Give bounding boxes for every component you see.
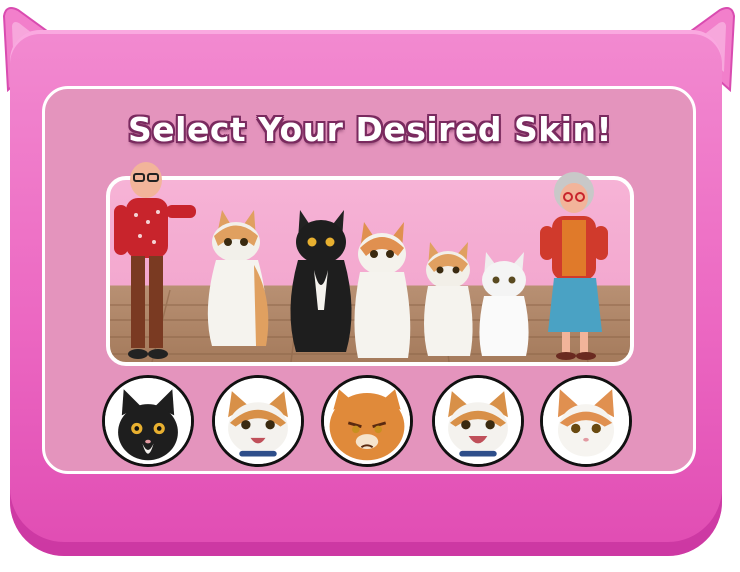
orange-white-kitten [424, 242, 473, 356]
skin-option-calico-happy-cat[interactable] [432, 375, 524, 467]
skin-option-calico-cat[interactable] [212, 375, 304, 467]
calico-cat-face-icon [435, 378, 521, 464]
orange-white-cat-face-icon [543, 378, 629, 464]
orange-white-cat [207, 210, 269, 346]
black-cat-face-icon [105, 378, 191, 464]
orange-white-cat [354, 222, 411, 358]
orange-cat-face-icon [324, 378, 410, 464]
dialog-title: Select Your Desired Skin! [127, 110, 613, 149]
white-cat [479, 252, 529, 356]
black-white-cat [290, 210, 352, 352]
calico-cat-face-icon [215, 378, 301, 464]
scene-characters [114, 162, 608, 360]
skin-option-orange-grumpy-cat[interactable] [321, 375, 413, 467]
skin-option-orange-white-cat[interactable] [540, 375, 632, 467]
grandma-character [540, 172, 608, 360]
skin-option-black-cat[interactable] [102, 375, 194, 467]
grandpa-character [114, 162, 196, 359]
